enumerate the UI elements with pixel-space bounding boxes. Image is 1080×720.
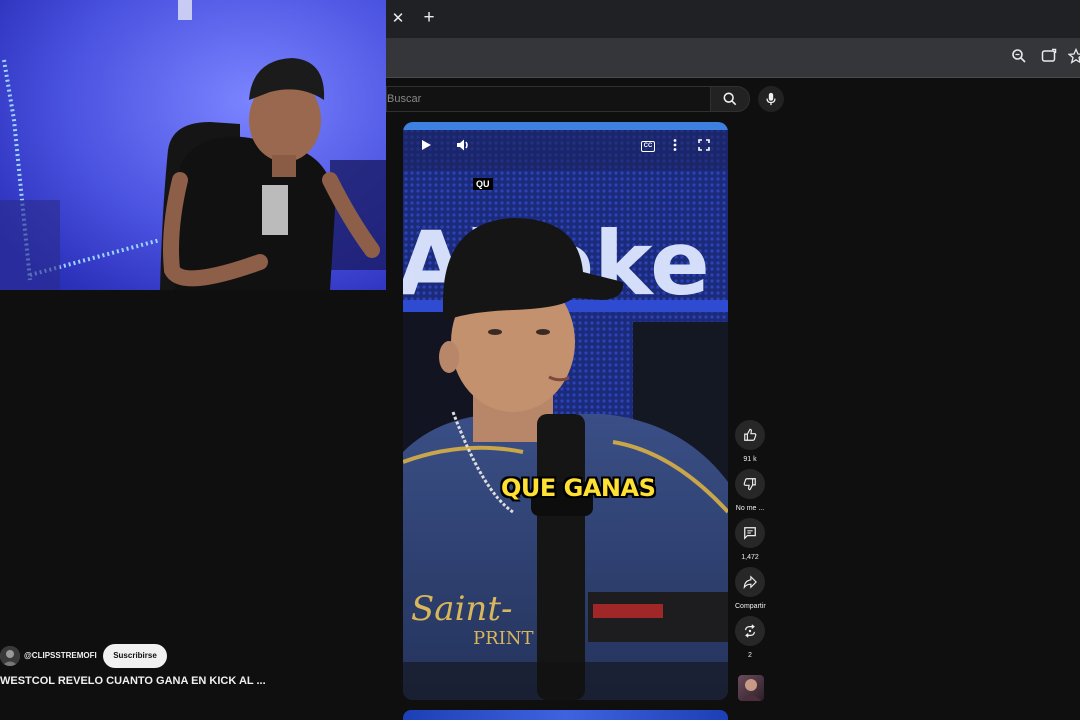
cast-icon[interactable] [1039,48,1059,68]
subscribe-button[interactable]: Suscribirse [103,644,167,668]
share-label: Compartir [735,603,766,610]
streamer-webcam [0,0,386,290]
new-tab-button[interactable]: + [418,6,440,32]
svg-text:Saint-: Saint- [411,589,513,629]
like-count: 91 k [743,456,757,463]
channel-name[interactable]: @CLIPSSTREMOFI [24,651,97,660]
microphone-icon [766,92,776,106]
browser-tab-bar [386,0,1080,38]
captions-icon[interactable]: CC [641,141,655,152]
dislike-button[interactable]: No me ... [735,469,765,512]
comments-button[interactable]: 1,472 [735,518,765,561]
svg-text:PRINT: PRINT [473,628,534,649]
dislike-label: No me ... [735,505,765,512]
video-title[interactable]: WESTCOL REVELO CUANTO GANA EN KICK AL ..… [0,675,266,687]
more-options-icon[interactable] [672,138,678,154]
voice-search-button[interactable] [758,86,784,112]
channel-avatar[interactable] [0,646,20,666]
audio-channel-thumbnail[interactable] [738,675,764,701]
search-input[interactable]: Buscar [386,86,710,112]
fullscreen-icon[interactable] [697,138,711,154]
video-frame: Alfoke Saint- PRINT [403,122,728,700]
search-icon [723,92,737,106]
comment-count: 1,472 [741,554,759,561]
remix-button[interactable]: 2 [735,616,765,659]
video-overlay-text: QU [473,178,493,190]
browser-toolbar [386,38,1080,78]
remix-count: 2 [748,652,752,659]
search-button[interactable] [710,86,750,112]
progress-bar-top [403,122,728,130]
play-icon[interactable] [419,138,433,154]
zoom-icon[interactable] [1009,48,1029,68]
share-button[interactable]: Compartir [735,567,766,610]
next-short-preview[interactable] [403,710,728,720]
like-button[interactable]: 91 k [735,420,765,463]
thumbs-up-icon [744,428,757,441]
bookmark-star-icon[interactable] [1066,47,1080,68]
tab-close-button[interactable]: ✕ [388,6,408,32]
volume-icon[interactable] [455,138,471,154]
remix-icon [745,624,755,638]
comment-icon [744,527,756,540]
video-caption: QUE GANAS [501,474,656,502]
short-video-player[interactable]: Alfoke Saint- PRINT CC [403,122,728,700]
thumbs-down-icon [743,478,756,491]
search-placeholder: Buscar [387,93,422,105]
share-icon [743,575,757,589]
